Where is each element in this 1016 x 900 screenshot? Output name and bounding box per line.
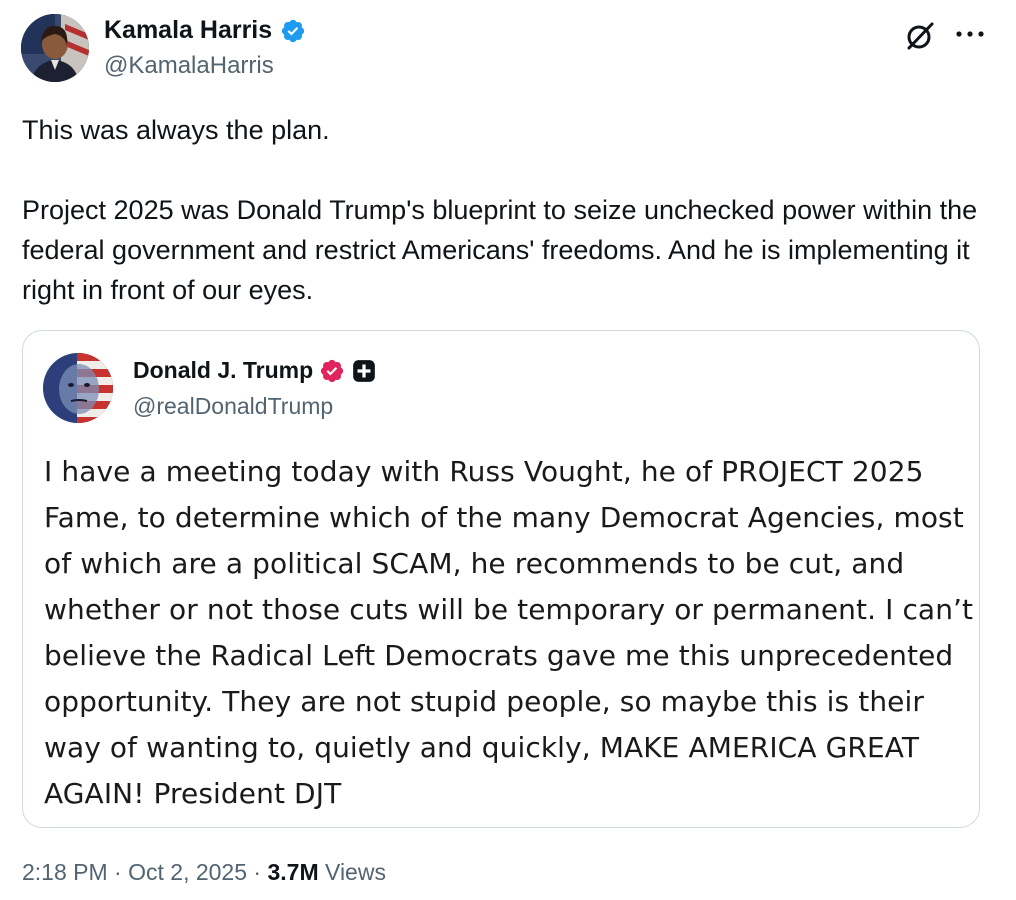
quoted-author-name-text[interactable]: Donald J. Trump (133, 357, 313, 384)
more-icon[interactable] (952, 18, 988, 50)
tweet-date[interactable]: Oct 2, 2025 (128, 859, 247, 885)
quoted-tweet-card[interactable]: Donald J. Trump @realDonaldTrump I have … (22, 330, 980, 828)
tweet-paragraph-1: This was always the plan. (22, 115, 330, 145)
meta-separator: · (107, 859, 129, 885)
profile-photo-icon (21, 14, 89, 82)
plus-square-icon (353, 359, 376, 382)
quoted-tweet-text: I have a meeting today with Russ Vought,… (44, 455, 974, 810)
tweet-meta: 2:18 PM · Oct 2, 2025 · 3.7M Views (22, 859, 386, 886)
quoted-author-name[interactable]: Donald J. Trump (133, 357, 377, 384)
quoted-author-avatar[interactable] (43, 353, 113, 423)
author-avatar[interactable] (21, 14, 89, 82)
quoted-author-handle[interactable]: @realDonaldTrump (133, 393, 333, 420)
author-handle[interactable]: @KamalaHarris (104, 52, 274, 80)
author-name-text[interactable]: Kamala Harris (104, 16, 272, 45)
verified-badge-icon (321, 359, 344, 382)
tweet: Kamala Harris @KamalaHarris This was alw… (0, 0, 1016, 900)
grok-icon[interactable] (904, 20, 936, 52)
quoted-profile-photo-icon (43, 353, 113, 423)
views-label: Views (318, 859, 386, 885)
tweet-text: This was always the plan. Project 2025 w… (22, 110, 992, 310)
tweet-time[interactable]: 2:18 PM (22, 859, 108, 885)
verified-checkmark-icon (282, 19, 305, 42)
meta-separator: · (247, 859, 268, 885)
author-name[interactable]: Kamala Harris (104, 16, 306, 45)
tweet-paragraph-2: Project 2025 was Donald Trump's blueprin… (22, 195, 978, 305)
views-count: 3.7M (267, 859, 319, 885)
